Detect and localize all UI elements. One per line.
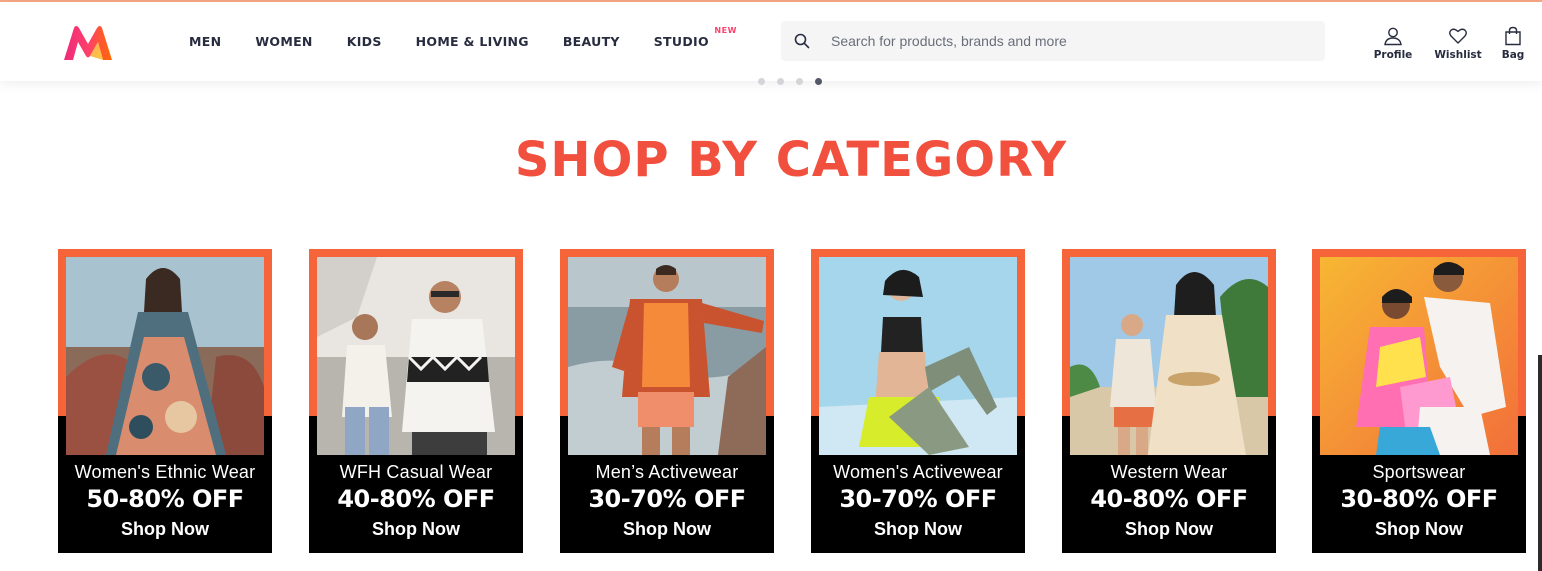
card-category: Women's Ethnic Wear bbox=[74, 462, 256, 482]
category-card-western-wear[interactable]: Western Wear 40-80% OFF Shop Now bbox=[1062, 249, 1276, 553]
nav-home-living[interactable]: HOME & LIVING bbox=[416, 34, 529, 49]
myntra-logo[interactable] bbox=[62, 24, 114, 64]
card-category: Women's Activewear bbox=[833, 462, 1003, 482]
nav-kids[interactable]: KIDS bbox=[347, 34, 382, 49]
profile-icon bbox=[1384, 27, 1402, 46]
heart-icon bbox=[1449, 28, 1467, 44]
profile-button[interactable]: Profile bbox=[1370, 26, 1416, 61]
card-offer: 30-80% OFF bbox=[1340, 485, 1498, 513]
search-icon[interactable] bbox=[781, 21, 823, 61]
bag-label: Bag bbox=[1501, 49, 1525, 61]
card-shop-now[interactable]: Shop Now bbox=[811, 519, 1025, 540]
card-category: Sportswear bbox=[1372, 462, 1466, 482]
wishlist-button[interactable]: Wishlist bbox=[1432, 26, 1484, 61]
site-header: MEN WOMEN KIDS HOME & LIVING BEAUTY STUD… bbox=[0, 2, 1542, 81]
nav-women[interactable]: WOMEN bbox=[255, 34, 312, 49]
category-card-womens-activewear[interactable]: Women's Activewear 30-70% OFF Shop Now bbox=[811, 249, 1025, 553]
search-bar bbox=[781, 21, 1325, 61]
category-card-mens-activewear[interactable]: Men’s Activewear 30-70% OFF Shop Now bbox=[560, 249, 774, 553]
carousel-dot[interactable] bbox=[758, 78, 765, 85]
card-category: WFH Casual Wear bbox=[339, 462, 493, 482]
section-title: SHOP BY CATEGORY bbox=[514, 132, 1068, 188]
card-category: Men’s Activewear bbox=[595, 462, 739, 482]
card-shop-now[interactable]: Shop Now bbox=[309, 519, 523, 540]
carousel-dot[interactable] bbox=[777, 78, 784, 85]
carousel-dot-active[interactable] bbox=[815, 78, 822, 85]
main-nav: MEN WOMEN KIDS HOME & LIVING BEAUTY STUD… bbox=[189, 2, 743, 81]
scrollbar-thumb[interactable] bbox=[1538, 355, 1542, 571]
card-photo bbox=[1070, 257, 1268, 455]
header-actions: Profile Wishlist Bag bbox=[1370, 26, 1528, 61]
card-category: Western Wear bbox=[1110, 462, 1228, 482]
category-card-womens-ethnic[interactable]: Women's Ethnic Wear 50-80% OFF Shop Now bbox=[58, 249, 272, 553]
card-shop-now[interactable]: Shop Now bbox=[58, 519, 272, 540]
card-shop-now[interactable]: Shop Now bbox=[560, 519, 774, 540]
bag-icon bbox=[1505, 26, 1521, 46]
card-photo bbox=[317, 257, 515, 455]
myntra-logo-icon bbox=[64, 26, 112, 60]
card-offer: 50-80% OFF bbox=[86, 485, 244, 513]
new-badge: NEW bbox=[714, 26, 737, 35]
card-offer: 30-70% OFF bbox=[588, 485, 746, 513]
card-offer: 40-80% OFF bbox=[1090, 485, 1248, 513]
card-shop-now[interactable]: Shop Now bbox=[1312, 519, 1526, 540]
card-photo bbox=[568, 257, 766, 455]
profile-label: Profile bbox=[1373, 49, 1413, 61]
nav-men[interactable]: MEN bbox=[189, 34, 221, 49]
card-photo bbox=[66, 257, 264, 455]
bag-button[interactable]: Bag bbox=[1498, 26, 1528, 61]
category-card-sportswear[interactable]: Sportswear 30-80% OFF Shop Now bbox=[1312, 249, 1526, 553]
category-card-wfh-casual[interactable]: WFH Casual Wear 40-80% OFF Shop Now bbox=[309, 249, 523, 553]
nav-studio[interactable]: STUDIO NEW bbox=[653, 26, 737, 49]
nav-beauty[interactable]: BEAUTY bbox=[563, 34, 620, 49]
search-input[interactable] bbox=[831, 33, 1311, 49]
carousel-dot[interactable] bbox=[796, 78, 803, 85]
card-shop-now[interactable]: Shop Now bbox=[1062, 519, 1276, 540]
nav-studio-label: STUDIO bbox=[653, 34, 709, 49]
card-photo bbox=[1320, 257, 1518, 455]
wishlist-label: Wishlist bbox=[1434, 49, 1482, 61]
card-photo bbox=[819, 257, 1017, 455]
card-offer: 30-70% OFF bbox=[839, 485, 997, 513]
card-offer: 40-80% OFF bbox=[337, 485, 495, 513]
carousel-dots bbox=[758, 78, 822, 85]
